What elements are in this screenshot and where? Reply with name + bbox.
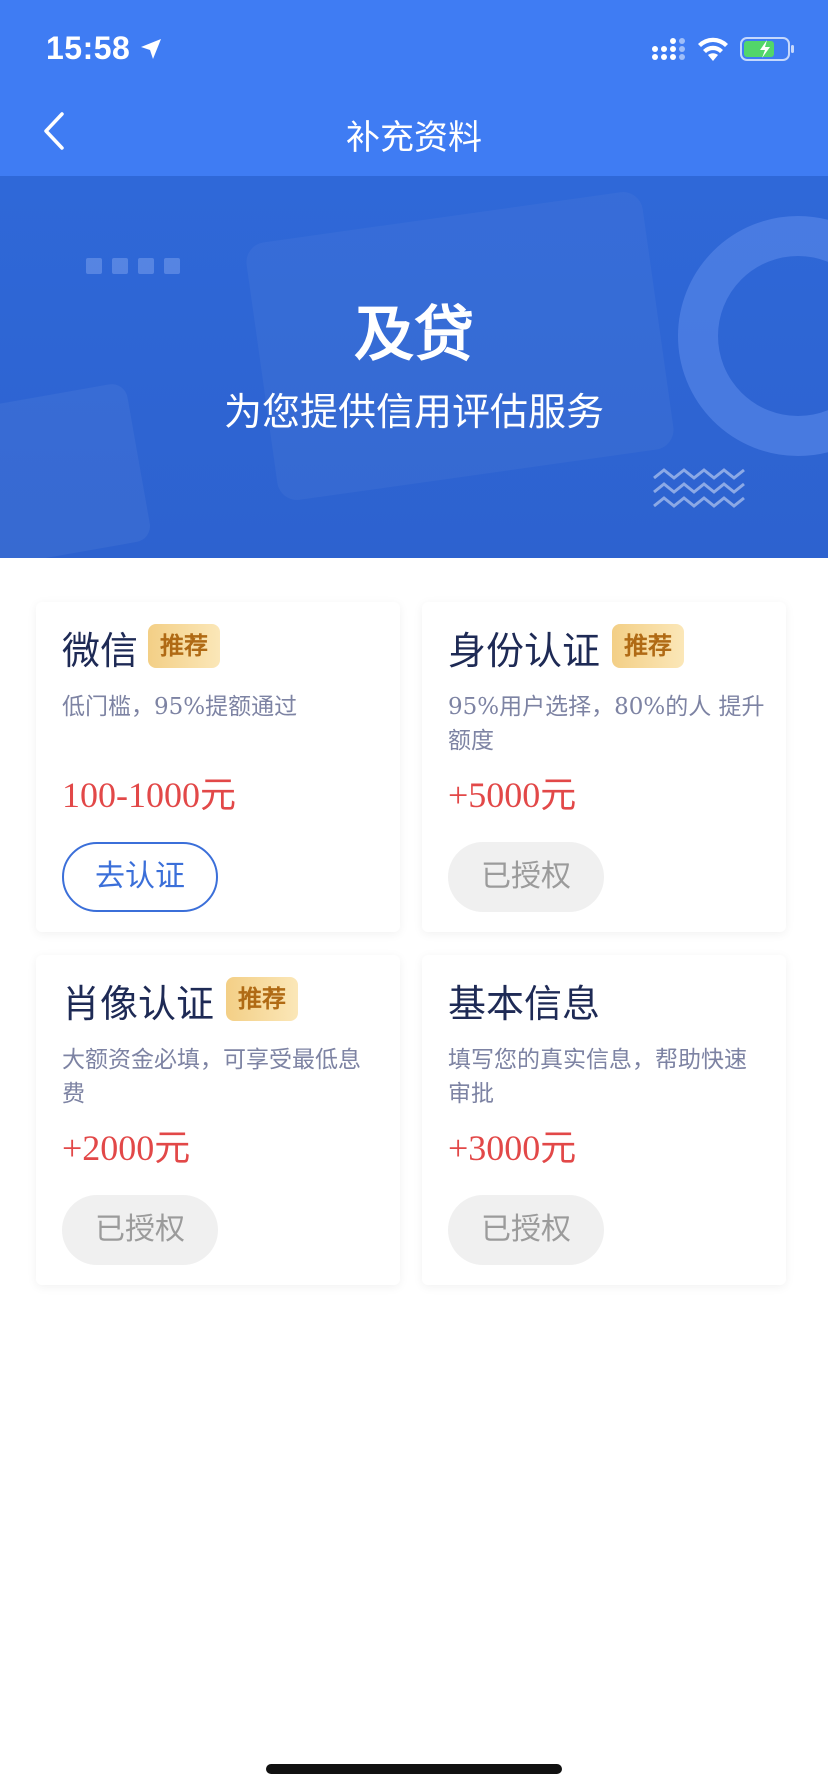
banner-title: 及贷 — [354, 300, 474, 370]
card-description: 低门槛，95%提额通过 — [62, 694, 298, 720]
status-time: 15:58 — [46, 30, 131, 66]
card-amount: +3000元 — [448, 1128, 577, 1168]
hero-banner: 及贷 为您提供信用评估服务 — [0, 176, 828, 558]
signal-icon — [652, 38, 685, 60]
wave-decoration-icon — [653, 468, 745, 508]
card-title: 身份认证 — [448, 629, 601, 673]
authorized-button[interactable]: 已授权 — [62, 1195, 218, 1265]
card-description: 95%用户选择，80%的人 提升额度 — [448, 694, 765, 754]
recommend-badge: 推荐 — [612, 624, 684, 668]
auth-card-identity: 身份认证 推荐 95%用户选择，80%的人 提升额度 +5000元 已授权 — [422, 602, 786, 932]
auth-card-wechat: 微信 推荐 低门槛，95%提额通过 100-1000元 去认证 — [36, 602, 400, 932]
page-title: 补充资料 — [346, 118, 482, 158]
banner-dots-decoration — [86, 258, 190, 278]
card-description: 大额资金必填，可享受最低息费 — [62, 1047, 361, 1107]
top-bar: 15:58 补充资料 — [0, 0, 828, 176]
banner-subtitle: 为您提供信用评估服务 — [223, 390, 604, 434]
card-title: 基本信息 — [448, 982, 601, 1026]
card-amount: +2000元 — [62, 1128, 191, 1168]
wifi-icon — [698, 37, 728, 61]
card-amount: 100-1000元 — [62, 775, 236, 815]
recommend-badge: 推荐 — [148, 624, 220, 668]
location-arrow-icon — [141, 39, 161, 59]
auth-card-basic-info: 基本信息 填写您的真实信息，帮助快速审批 +3000元 已授权 — [422, 955, 786, 1285]
battery-charging-icon — [740, 37, 794, 61]
authorized-button[interactable]: 已授权 — [448, 1195, 604, 1265]
verify-button[interactable]: 去认证 — [62, 842, 218, 912]
card-description: 填写您的真实信息，帮助快速审批 — [448, 1047, 747, 1107]
auth-card-portrait: 肖像认证 推荐 大额资金必填，可享受最低息费 +2000元 已授权 — [36, 955, 400, 1285]
recommend-badge: 推荐 — [226, 977, 298, 1021]
card-amount: +5000元 — [448, 775, 577, 815]
authorized-button[interactable]: 已授权 — [448, 842, 604, 912]
card-title: 肖像认证 — [62, 982, 215, 1026]
card-title: 微信 — [62, 629, 139, 673]
home-indicator[interactable] — [266, 1764, 562, 1774]
